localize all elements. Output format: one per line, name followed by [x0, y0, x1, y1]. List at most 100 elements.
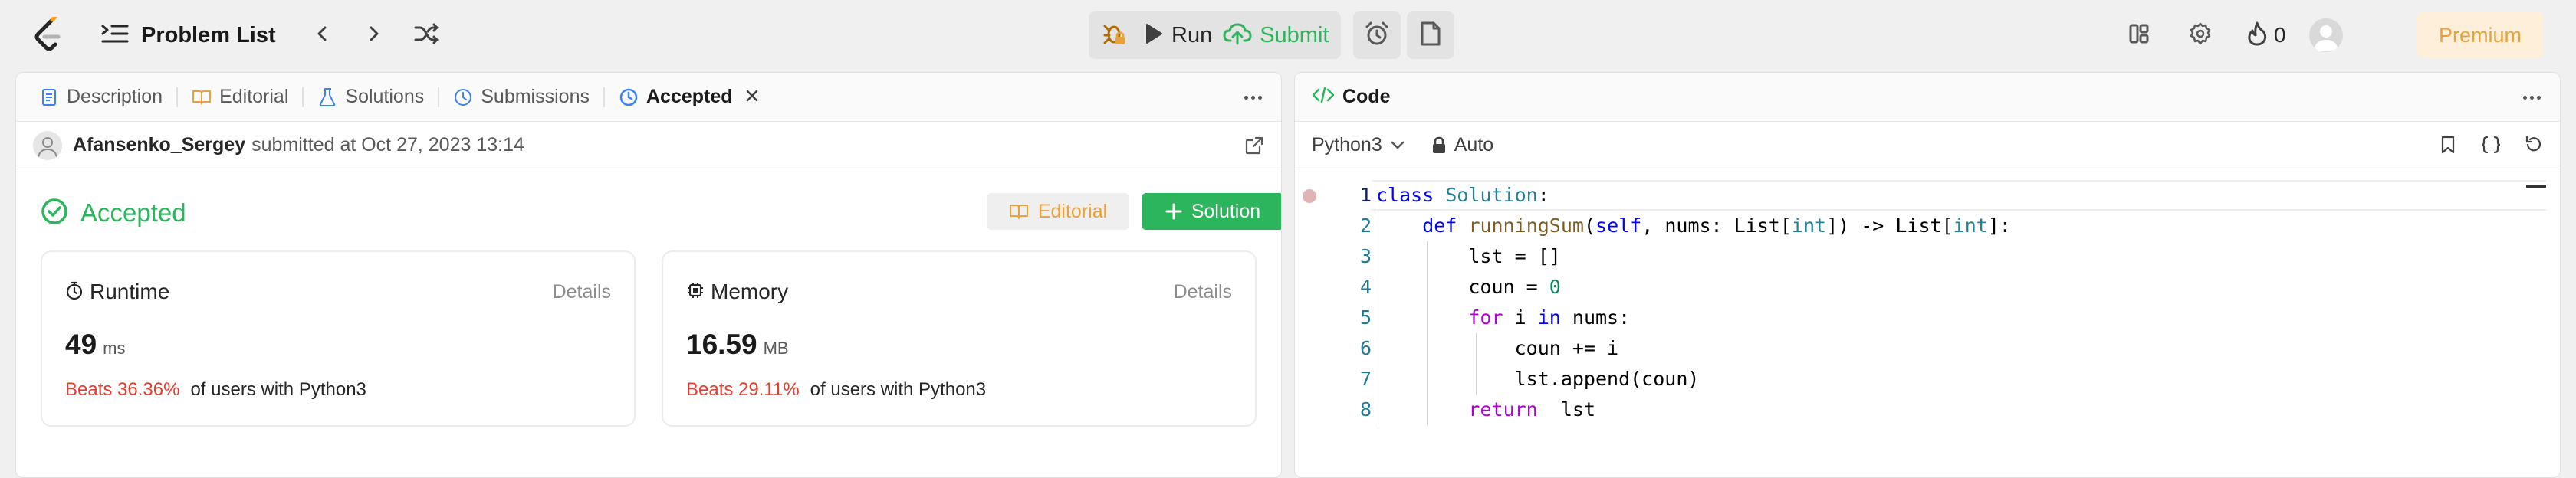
left-tab-bar: Description Editorial Solutions Submissi…: [16, 73, 1281, 122]
code-line: lst = []: [1376, 245, 1561, 267]
shuffle-icon: [414, 23, 439, 48]
format-braces-icon[interactable]: [2480, 134, 2502, 156]
line-number: 2: [1359, 214, 1372, 237]
plus-icon: [1165, 203, 1182, 220]
description-icon: [39, 87, 59, 107]
tab-divider: [302, 87, 304, 107]
note-icon: [1420, 21, 1441, 51]
problem-list-title[interactable]: Problem List: [141, 23, 276, 48]
submitted-at-text: submitted at Oct 27, 2023 13:14: [251, 134, 524, 156]
language-row: Python3 Auto: [1295, 122, 2560, 169]
layout-icon: [2128, 23, 2150, 48]
runtime-details-link[interactable]: Details: [553, 281, 611, 303]
runtime-value: 49: [65, 329, 97, 360]
memory-details-link[interactable]: Details: [1174, 281, 1232, 303]
layout-button[interactable]: [2124, 20, 2154, 51]
close-tab-button[interactable]: [745, 86, 759, 108]
flask-icon: [317, 87, 337, 107]
leetcode-logo-icon[interactable]: [32, 15, 66, 54]
tab-accepted[interactable]: Accepted: [610, 73, 768, 122]
streak-count: 0: [2274, 23, 2286, 47]
editorial-button[interactable]: Editorial: [987, 193, 1129, 230]
minimap-marker: [2526, 185, 2546, 188]
code-line: lst.append(coun): [1376, 368, 1700, 390]
code-icon: [1312, 87, 1335, 107]
close-icon: [745, 86, 759, 108]
user-avatar[interactable]: [2308, 18, 2343, 52]
memory-value: 16.59: [686, 329, 757, 360]
more-options-icon[interactable]: [2520, 87, 2543, 108]
code-line: for i in nums:: [1468, 306, 1631, 329]
code-panel: Code Python3 Auto 1 2 3 4 5 6 7 8 class …: [1294, 72, 2561, 478]
code-tab-bar: Code: [1295, 73, 2560, 122]
clock-check-icon: [619, 87, 639, 107]
runtime-card[interactable]: Runtime Details 49 ms Beats 36.36% of us…: [41, 250, 636, 427]
submitter-username[interactable]: Afansenko_Sergey: [73, 134, 245, 156]
runtime-unit: ms: [103, 339, 126, 358]
cloud-upload-icon: [1223, 22, 1252, 49]
bookmark-icon[interactable]: [2437, 134, 2459, 156]
tab-editorial[interactable]: Editorial: [182, 73, 297, 122]
accepted-row: Accepted Editorial Solution: [41, 189, 1281, 237]
submission-panel: Description Editorial Solutions Submissi…: [15, 72, 1282, 478]
chevron-left-icon: [314, 25, 330, 47]
play-icon: [1144, 22, 1164, 49]
line-number: 6: [1359, 337, 1372, 359]
tab-solutions[interactable]: Solutions: [308, 73, 433, 122]
streak-counter[interactable]: 0: [2246, 21, 2286, 51]
run-label: Run: [1171, 22, 1213, 47]
tab-divider: [176, 87, 179, 107]
book-icon: [1009, 203, 1029, 220]
stopwatch-icon: [65, 280, 84, 304]
runtime-beats: Beats 36.36%: [65, 379, 180, 400]
check-circle-icon: [41, 198, 68, 229]
tab-divider: [438, 87, 440, 107]
flame-icon: [2246, 21, 2268, 51]
next-problem-button[interactable]: [357, 18, 391, 52]
code-line: coun += i: [1376, 337, 1619, 359]
reset-code-icon[interactable]: [2523, 134, 2545, 156]
language-select[interactable]: Python3: [1312, 134, 1382, 156]
memory-beats: Beats 29.11%: [686, 379, 800, 400]
memory-beats-text: of users with Python3: [810, 379, 987, 400]
code-line: coun = 0: [1376, 276, 1561, 298]
memory-unit: MB: [763, 339, 789, 358]
submission-info-row: Afansenko_Sergey submitted at Oct 27, 20…: [16, 122, 1281, 169]
run-button[interactable]: Run Submit: [1138, 11, 1342, 59]
code-editor[interactable]: 1 2 3 4 5 6 7 8 class Solution: def runn…: [1295, 180, 2560, 477]
code-line: def runningSum(self, nums: List[int]) ->…: [1422, 214, 2011, 237]
submit-button[interactable]: Submit: [1223, 22, 1329, 49]
settings-button[interactable]: [2185, 20, 2216, 51]
line-number: 1: [1359, 184, 1372, 206]
chevron-right-icon: [366, 25, 382, 47]
timer-button[interactable]: [1353, 11, 1401, 59]
problem-list-icon[interactable]: [100, 20, 130, 51]
book-icon: [192, 87, 212, 107]
random-problem-button[interactable]: [409, 18, 443, 52]
tab-divider: [603, 87, 605, 107]
premium-button[interactable]: Premium: [2417, 12, 2544, 58]
notes-button[interactable]: [1407, 11, 1455, 59]
chip-icon: [686, 281, 705, 303]
memory-label: Memory: [711, 280, 789, 303]
runtime-label: Runtime: [90, 280, 170, 303]
debug-button[interactable]: [1089, 11, 1138, 59]
auto-mode-label[interactable]: Auto: [1454, 134, 1493, 156]
submit-label: Submit: [1260, 22, 1329, 47]
tab-submissions[interactable]: Submissions: [444, 73, 599, 122]
code-line: return lst: [1468, 398, 1595, 421]
debug-lock-icon: [1100, 20, 1126, 51]
gear-icon: [2189, 22, 2212, 49]
submitter-avatar[interactable]: [33, 130, 62, 160]
tab-description[interactable]: Description: [30, 73, 172, 122]
line-number: 3: [1359, 245, 1372, 267]
post-solution-button[interactable]: Solution: [1142, 193, 1281, 230]
line-number: 7: [1359, 368, 1372, 390]
chevron-down-icon[interactable]: [1390, 140, 1405, 151]
line-number: 4: [1359, 276, 1372, 298]
share-icon[interactable]: [1244, 136, 1264, 156]
code-tab-title[interactable]: Code: [1342, 86, 1391, 108]
memory-card[interactable]: Memory Details 16.59 MB Beats 29.11% of …: [662, 250, 1257, 427]
prev-problem-button[interactable]: [305, 18, 339, 52]
more-options-icon[interactable]: [1241, 87, 1264, 108]
